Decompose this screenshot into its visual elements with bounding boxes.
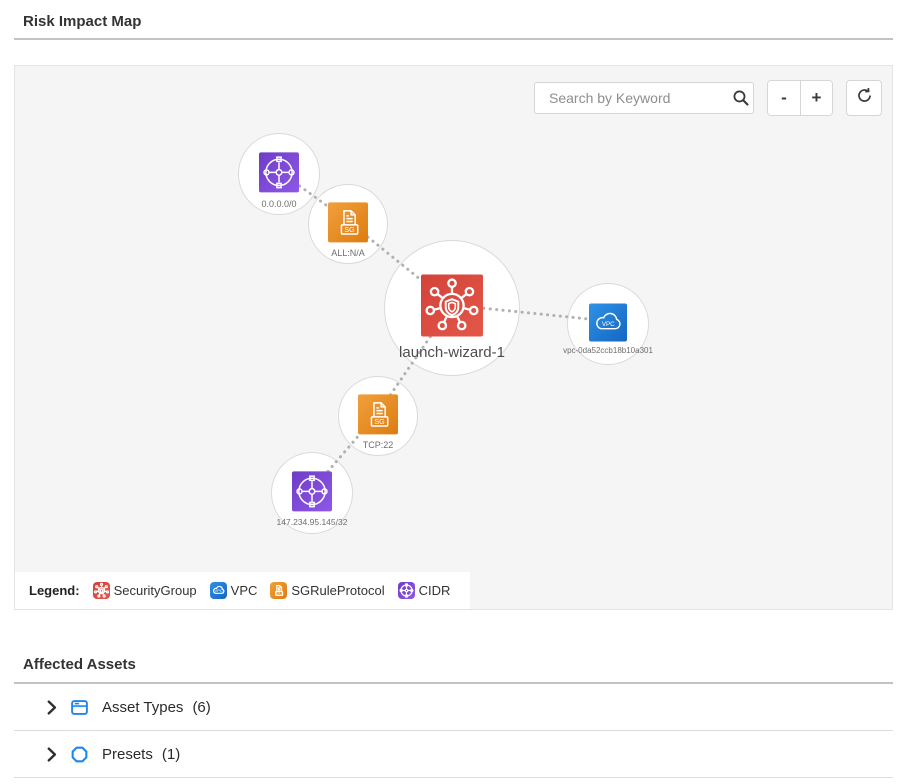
chevron-right-icon[interactable] [47, 747, 57, 762]
graph-node-label: TCP:22 [363, 440, 394, 450]
presets-icon [70, 745, 89, 764]
graph-node-label: vpc-0da52ccb18b10a301 [563, 346, 653, 355]
svg-text:SG: SG [276, 591, 282, 596]
presets-label: Presets [102, 746, 153, 763]
presets-row[interactable]: Presets (1) [14, 731, 893, 778]
asset-types-icon [70, 698, 89, 717]
svg-text:SG: SG [344, 226, 355, 234]
page-title: Risk Impact Map [0, 0, 907, 30]
zoom-out-button[interactable]: - [768, 81, 800, 115]
svg-text:SG: SG [374, 418, 385, 426]
graph-node-launch-wizard-1[interactable]: launch-wizard-1 [384, 240, 520, 376]
vpc-icon: VPC [210, 582, 227, 599]
map-legend: Legend: SecurityGroup VPC VPC SG SGRuleP… [15, 572, 470, 609]
legend-item-vpc: VPC VPC [210, 582, 258, 599]
legend-item-sgruleprotocol: SG SGRuleProtocol [270, 582, 384, 599]
vpc-icon: VPC [589, 303, 627, 341]
refresh-button[interactable] [846, 80, 882, 116]
graph-node-label: launch-wizard-1 [399, 344, 505, 361]
graph-node-sg-rule-tcp22[interactable]: SG TCP:22 [338, 376, 418, 456]
cidr-icon [292, 471, 332, 511]
graph-node-label: ALL:N/A [331, 248, 365, 258]
graph-node-sg-rule-all[interactable]: SG ALL:N/A [308, 184, 388, 264]
title-divider [14, 38, 893, 40]
affected-assets-title: Affected Assets [23, 656, 884, 673]
graph-node-vpc-node[interactable]: VPCvpc-0da52ccb18b10a301 [567, 283, 649, 365]
risk-impact-map-canvas[interactable]: - + 0.0.0.0/0 SG ALL:N/A launch-wizard-1 VPC… [14, 65, 893, 610]
svg-text:VPC: VPC [214, 588, 222, 593]
search-box[interactable] [534, 82, 754, 114]
sgruleprotocol-icon: SG [328, 202, 368, 242]
legend-item-label: SecurityGroup [114, 583, 197, 598]
graph-node-label: 0.0.0.0/0 [261, 199, 296, 209]
zoom-controls: - + [767, 80, 833, 116]
sg-rule-protocol-icon: SG [270, 582, 287, 599]
affected-assets-list: Asset Types (6) Presets (1) [14, 684, 893, 778]
cidr-icon [259, 152, 299, 192]
graph-node-label: 147.234.95.145/32 [277, 517, 348, 527]
svg-text:VPC: VPC [602, 321, 615, 328]
asset-types-row[interactable]: Asset Types (6) [14, 684, 893, 731]
asset-types-count: (6) [192, 699, 210, 716]
sgruleprotocol-icon: SG [358, 394, 398, 434]
legend-item-label: SGRuleProtocol [291, 583, 384, 598]
search-icon[interactable] [732, 89, 750, 107]
graph-node-cidr-host[interactable]: 147.234.95.145/32 [271, 452, 353, 534]
presets-count: (1) [162, 746, 180, 763]
cidr-icon [398, 582, 415, 599]
chevron-right-icon[interactable] [47, 700, 57, 715]
securitygroup-icon [421, 275, 483, 337]
legend-item-label: VPC [231, 583, 258, 598]
asset-types-label: Asset Types [102, 699, 183, 716]
legend-item-cidr: CIDR [398, 582, 451, 599]
legend-label: Legend: [29, 583, 80, 598]
legend-item-securitygroup: SecurityGroup [93, 582, 197, 599]
search-input[interactable] [547, 89, 732, 107]
security-group-icon [93, 582, 110, 599]
refresh-icon [855, 86, 874, 110]
zoom-in-button[interactable]: + [800, 81, 832, 115]
legend-item-label: CIDR [419, 583, 451, 598]
map-toolbar: - + [534, 80, 882, 116]
